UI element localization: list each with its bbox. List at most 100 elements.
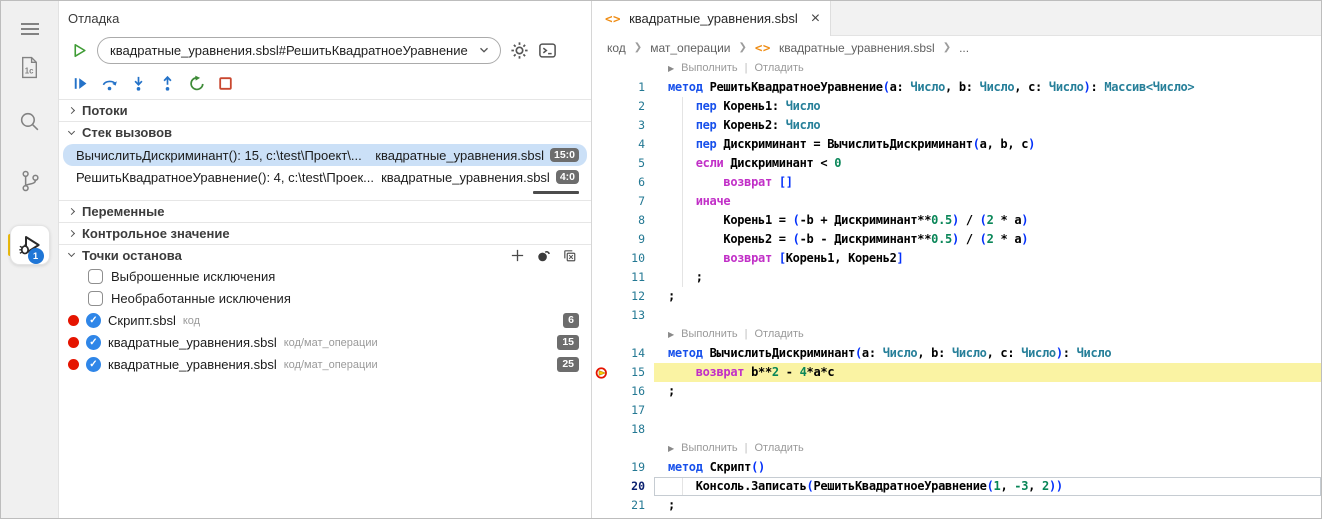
code-line[interactable]: 14метод ВычислитьДискриминант(a: Число, … [592,344,1321,363]
callstack-row[interactable]: ВычислитьДискриминант(): 15, c:\test\Про… [63,144,587,166]
breadcrumb-item[interactable]: ... [959,41,969,55]
launch-config-select[interactable]: квадратные_уравнения.sbsl#РешитьКвадратн… [97,37,501,64]
code-token [668,175,723,189]
checkbox-checked-icon[interactable]: ✓ [86,335,101,350]
section-callstack[interactable]: Стек вызовов [59,121,591,143]
section-threads[interactable]: Потоки [59,99,591,121]
line-number[interactable]: 15 [592,363,654,382]
stop-button[interactable] [217,75,234,92]
line-number[interactable]: 19 [592,458,654,477]
line-number[interactable]: 5 [592,154,654,173]
code-line[interactable]: 10 возврат [Корень1, Корень2] [592,249,1321,268]
line-number[interactable]: 13 [592,306,654,325]
code-token: РешитьКвадратноеУравнение [813,479,986,493]
code-token: )) [1049,479,1063,493]
start-debug-button[interactable] [71,42,88,59]
codelens-run-link[interactable]: Выполнить [681,59,737,78]
activity-item-source-control[interactable] [1,159,58,203]
codelens-debug-link[interactable]: Отладить [755,439,804,458]
code-line[interactable]: 3 пер Корень2: Число [592,116,1321,135]
step-over-button[interactable] [101,75,118,92]
section-watch[interactable]: Контрольное значение [59,222,591,244]
code-line[interactable]: 19метод Скрипт() [592,458,1321,477]
step-into-button[interactable] [130,75,147,92]
breadcrumb-item[interactable]: код [607,41,626,55]
line-number[interactable]: 7 [592,192,654,211]
section-breakpoints[interactable]: Точки останова [59,244,591,266]
code-text [654,401,1321,420]
activity-item-debug[interactable]: 1 [1,221,58,269]
checkbox-checked-icon[interactable]: ✓ [86,357,101,372]
line-number[interactable]: 20 [592,477,654,496]
line-number[interactable]: 9 [592,230,654,249]
code-line[interactable]: 11 ; [592,268,1321,287]
code-line[interactable]: 6 возврат [] [592,173,1321,192]
code-line[interactable]: 8 Корень1 = (-b + Дискриминант**0.5) / (… [592,211,1321,230]
stack-frame-file: квадратные_уравнения.sbsl [375,148,544,163]
line-number[interactable]: 14 [592,344,654,363]
code-token: - [779,365,800,379]
checkbox-unchecked-icon[interactable] [88,291,103,306]
code-token: возврат [723,251,778,265]
line-number[interactable]: 12 [592,287,654,306]
line-number[interactable]: 2 [592,97,654,116]
line-number[interactable]: 22 [592,515,654,518]
code-line[interactable]: 16; [592,382,1321,401]
breakpoint-row[interactable]: ✓квадратные_уравнения.sbslкод/мат_операц… [59,354,591,376]
step-out-button[interactable] [159,75,176,92]
checkbox-checked-icon[interactable]: ✓ [86,313,101,328]
toggle-breakpoints-button[interactable] [536,248,551,263]
debug-console-button[interactable] [538,41,557,60]
code-line[interactable]: 13 [592,306,1321,325]
codelens-run-link[interactable]: Выполнить [681,325,737,344]
code-line[interactable]: 7 иначе [592,192,1321,211]
add-breakpoint-button[interactable] [510,248,525,263]
line-number[interactable]: 3 [592,116,654,135]
debug-console-icon [538,41,557,60]
code-line[interactable]: 18 [592,420,1321,439]
line-number[interactable]: 16 [592,382,654,401]
code-line[interactable]: 1метод РешитьКвадратноеУравнение(a: Числ… [592,78,1321,97]
code-line[interactable]: 12; [592,287,1321,306]
section-breakpoints-label: Точки останова [82,248,182,263]
settings-gear-button[interactable] [510,41,529,60]
line-number[interactable]: 17 [592,401,654,420]
tab-close-icon[interactable]: × [811,11,820,27]
code-line[interactable]: 9 Корень2 = (-b - Дискриминант**0.5) / (… [592,230,1321,249]
line-number[interactable]: 21 [592,496,654,515]
line-number[interactable]: 18 [592,420,654,439]
section-variables[interactable]: Переменные [59,200,591,222]
checkbox-unchecked-icon[interactable] [88,269,103,284]
code-line[interactable]: 15 возврат b**2 - 4*a*c [592,363,1321,382]
remove-all-breakpoints-button[interactable] [562,248,577,263]
continue-button[interactable] [72,75,89,92]
code-line[interactable]: 5 если Дискриминант < 0 [592,154,1321,173]
line-number[interactable]: 1 [592,78,654,97]
code-line[interactable]: 4 пер Дискриминант = ВычислитьДискримина… [592,135,1321,154]
code-token: ( [980,213,987,227]
breakpoint-row[interactable]: ✓Скрипт.sbslкод6 [59,310,591,332]
activity-item-1c-explorer[interactable]: 1c [1,45,58,89]
code-line[interactable]: 20 Консоль.Записать(РешитьКвадратноеУрав… [592,477,1321,496]
code-line[interactable]: 22 [592,515,1321,518]
tab-file[interactable]: <> квадратные_уравнения.sbsl × [592,1,831,36]
breadcrumb-item[interactable]: мат_операции [650,41,730,55]
line-number[interactable]: 4 [592,135,654,154]
line-number[interactable]: 10 [592,249,654,268]
load-more-frames-indicator[interactable] [533,191,579,194]
restart-button[interactable] [188,75,205,92]
code-line[interactable]: 2 пер Корень1: Число [592,97,1321,116]
breadcrumb-item[interactable]: квадратные_уравнения.sbsl [779,41,935,55]
codelens-debug-link[interactable]: Отладить [755,325,804,344]
activity-item-search[interactable] [1,99,58,143]
code-line[interactable]: 17 [592,401,1321,420]
callstack-row[interactable]: РешитьКвадратноеУравнение(): 4, c:\test\… [63,166,587,188]
code-token: * a [994,213,1022,227]
code-line[interactable]: 21; [592,496,1321,515]
codelens-run-link[interactable]: Выполнить [681,439,737,458]
line-number[interactable]: 6 [592,173,654,192]
line-number[interactable]: 8 [592,211,654,230]
codelens-debug-link[interactable]: Отладить [755,59,804,78]
breakpoint-row[interactable]: ✓квадратные_уравнения.sbslкод/мат_операц… [59,332,591,354]
line-number[interactable]: 11 [592,268,654,287]
